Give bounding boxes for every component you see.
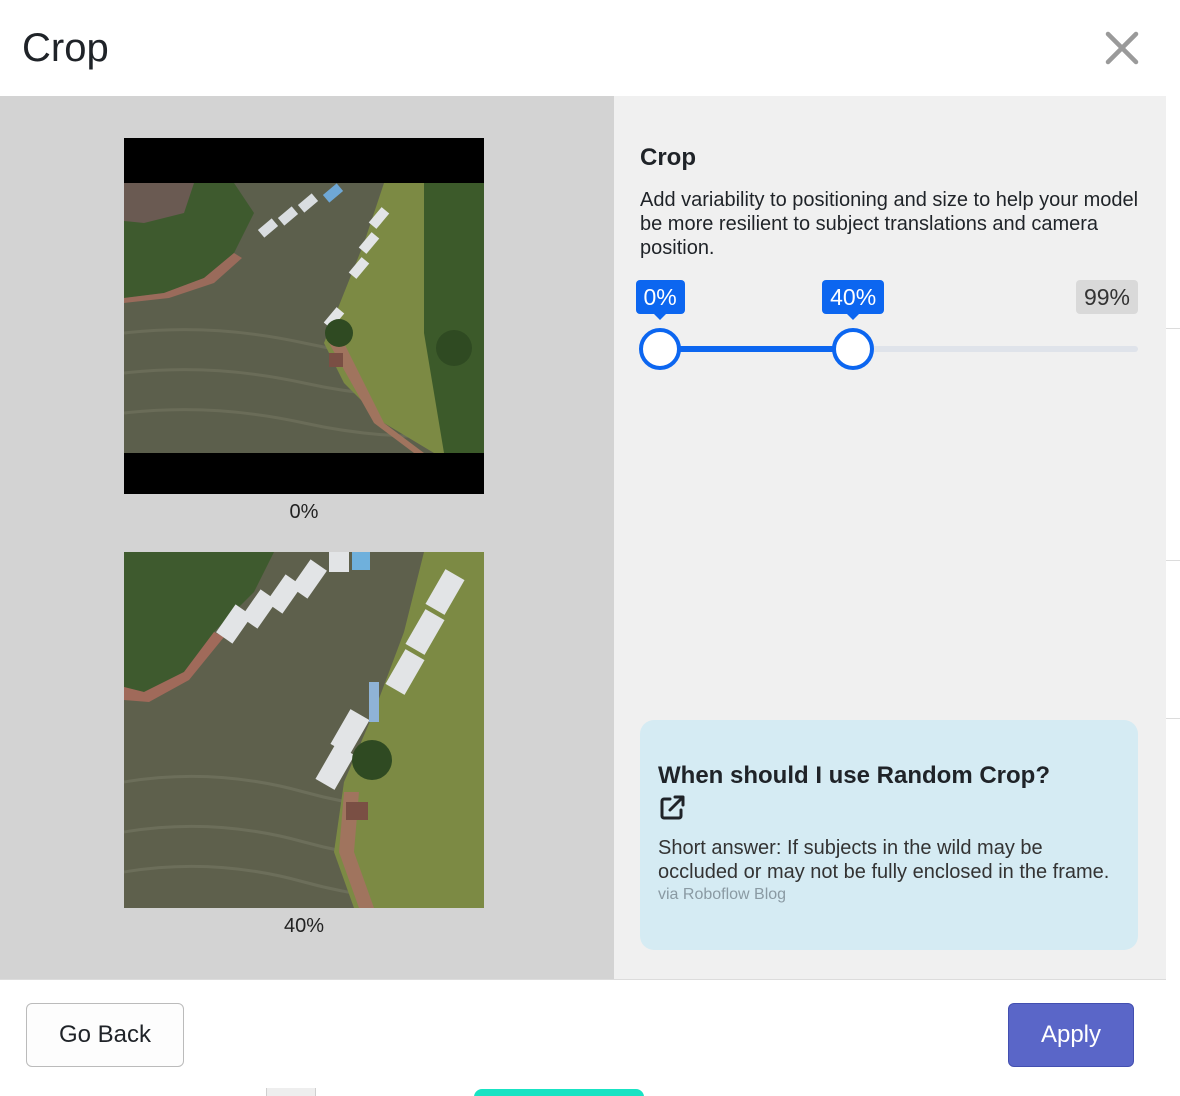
slider-max-handle[interactable]: [832, 328, 875, 370]
settings-description: Add variability to positioning and size …: [640, 189, 1139, 259]
close-icon: [1105, 31, 1139, 65]
slider-min-handle[interactable]: [639, 328, 681, 370]
preview-image: [124, 138, 484, 494]
background-button: [474, 1089, 644, 1096]
background-divider: [1166, 718, 1180, 719]
settings-title: Crop: [640, 144, 696, 171]
slider-value-label: 40%: [822, 280, 885, 320]
background-divider: [1166, 328, 1180, 329]
modal-header: Crop: [0, 0, 1166, 96]
aerial-marina-image: [124, 552, 484, 908]
external-link-icon[interactable]: [658, 794, 686, 822]
info-card: When should I use Random Crop? Short ans…: [640, 720, 1138, 950]
crop-range-slider[interactable]: 0% 40% 99%: [635, 280, 1138, 380]
info-answer: Short answer: If subjects in the wild ma…: [658, 837, 1110, 883]
preview-pane: 0% 40%: [0, 96, 614, 979]
modal-footer: Go Back Apply: [0, 979, 1166, 1080]
slider-fill: [660, 346, 854, 352]
slider-min-value-label: 0%: [635, 280, 685, 320]
background-element: [266, 1088, 316, 1096]
modal-body: 0% 40% Crop Add variability to positioni…: [0, 96, 1166, 979]
go-back-button[interactable]: Go Back: [26, 1003, 184, 1067]
preview-40-percent: 40%: [124, 552, 484, 938]
preview-caption: 40%: [283, 915, 325, 937]
apply-button[interactable]: Apply: [1008, 1003, 1134, 1067]
background-divider: [1166, 560, 1180, 561]
slider-max-label: 99%: [1075, 280, 1138, 314]
info-question: When should I use Random Crop?: [658, 762, 1050, 789]
preview-0-percent: 0%: [124, 138, 484, 524]
preview-image: [124, 552, 484, 908]
page: Crop 0% 40% Crop Add variability to posi…: [0, 0, 1180, 1096]
aerial-marina-image: [124, 138, 484, 494]
background-app-edge: [1166, 0, 1180, 1096]
crop-modal: Crop 0% 40% Crop Add variability to posi…: [0, 0, 1166, 1080]
info-source: via Roboflow Blog: [658, 886, 787, 903]
preview-caption: 0%: [289, 501, 319, 523]
settings-pane: Crop Add variability to positioning and …: [614, 96, 1166, 979]
modal-title: Crop: [22, 26, 109, 70]
close-button[interactable]: [1098, 24, 1146, 72]
